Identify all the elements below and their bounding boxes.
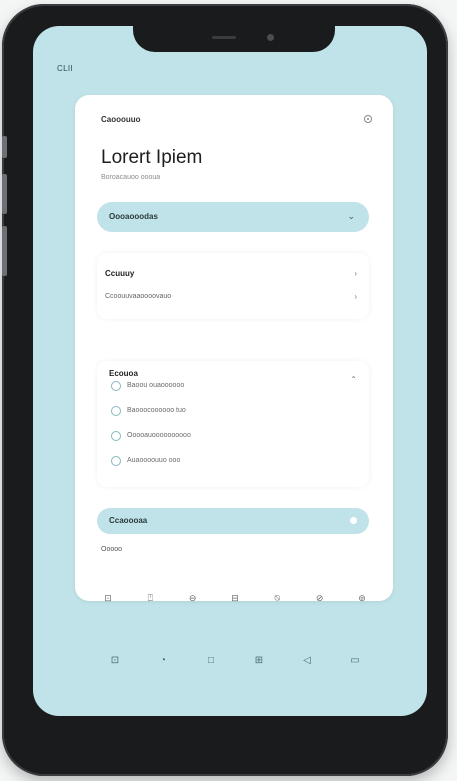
option-label: Baoou ouaoooooo — [127, 382, 185, 389]
secondary-pill-label: Ccaoooaa — [109, 516, 148, 525]
card-small-title: Caooouuo — [101, 115, 141, 124]
toolbar-icon[interactable]: ⍉ — [270, 592, 284, 604]
toolbar-icon[interactable]: ⊖ — [186, 592, 200, 604]
secondary-pill[interactable]: Ccaoooaa — [97, 508, 369, 534]
toolbar-icon[interactable]: ⍞ — [143, 592, 157, 604]
toggle-dot — [350, 517, 357, 524]
phone-frame: CLII Caooouuo Lorert Ipiem Boroacauoo oo… — [2, 4, 448, 776]
toolbar-icon[interactable]: ⊡ — [101, 592, 115, 604]
home-icon[interactable]: □ — [203, 654, 219, 668]
volume-down-button[interactable] — [2, 174, 7, 214]
radio-button[interactable] — [111, 431, 121, 441]
front-camera — [267, 34, 274, 41]
page-title: Lorert Ipiem — [101, 147, 203, 168]
toolbar: ⊡ ⍞ ⊖ ⊟ ⍉ ⊘ ⊚ — [101, 592, 369, 606]
nav-icon[interactable]: ⊡ — [107, 654, 123, 668]
screen: CLII Caooouuo Lorert Ipiem Boroacauoo oo… — [33, 26, 427, 716]
nav-icon[interactable]: ◔ — [155, 654, 171, 668]
toolbar-icon[interactable]: ⊘ — [313, 592, 327, 604]
radio-button[interactable] — [111, 456, 121, 466]
text-field[interactable]: Ooooo — [101, 546, 122, 553]
nav-icon[interactable]: ⊞ — [251, 654, 267, 668]
chevron-icon[interactable]: ⌃ — [350, 375, 357, 384]
radio-button[interactable] — [111, 381, 121, 391]
option-label: Ooooauoooooooooo — [127, 432, 191, 439]
status-time: CLII — [57, 64, 73, 73]
section-one-heading: Ccuuuy — [105, 269, 135, 278]
section-two-heading: Ecouoa — [109, 369, 138, 378]
speaker-grille — [212, 36, 236, 39]
settings-icon[interactable] — [363, 114, 373, 124]
nav-bar: ⊡ ◔ □ ⊞ ◁ ▭ — [107, 654, 363, 668]
main-card: Caooouuo Lorert Ipiem Boroacauoo oooua O… — [75, 95, 393, 603]
chevron-icon[interactable]: › — [354, 269, 357, 278]
dropdown-label: Oooaooodas — [109, 212, 158, 221]
back-icon[interactable]: ◁ — [299, 654, 315, 668]
section-one: Ccuuuy › Ccoouuvaaoooovauo › — [97, 253, 369, 319]
section-two: Ecouoa ⌃ Baoou ouaoooooo Baooocoooooo tu… — [97, 361, 369, 487]
chevron-icon[interactable]: › — [354, 292, 357, 301]
volume-up-button[interactable] — [2, 136, 7, 158]
option-label: Baooocoooooo tuo — [127, 407, 186, 414]
notch — [133, 26, 335, 52]
option-label: Auaoooouuo ooo — [127, 457, 181, 464]
toolbar-icon[interactable]: ⊚ — [355, 592, 369, 604]
page-subtitle: Boroacauoo oooua — [101, 174, 161, 181]
section-one-text: Ccoouuvaaoooovauo — [105, 293, 172, 300]
nav-icon[interactable]: ▭ — [347, 654, 363, 668]
radio-button[interactable] — [111, 406, 121, 416]
primary-dropdown[interactable]: Oooaooodas ⌄ — [97, 202, 369, 232]
side-button[interactable] — [2, 226, 7, 276]
toolbar-icon[interactable]: ⊟ — [228, 592, 242, 604]
chevron-down-icon: ⌄ — [347, 211, 355, 221]
